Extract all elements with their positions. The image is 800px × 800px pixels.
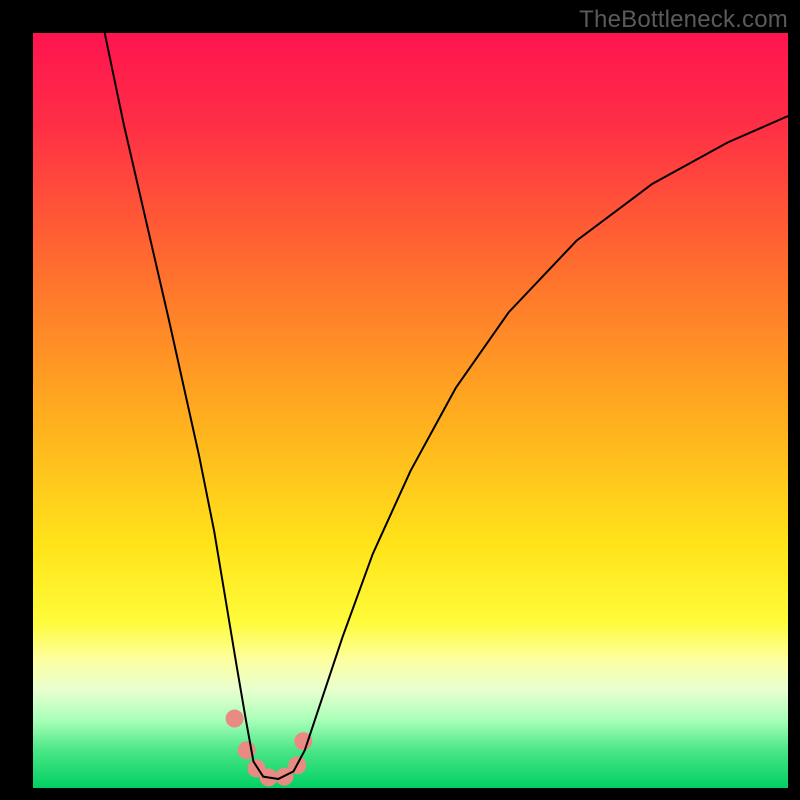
watermark-text: TheBottleneck.com [579, 6, 788, 34]
bottleneck-curve [105, 33, 788, 779]
marker-group [226, 710, 313, 787]
curve-layer [33, 33, 788, 788]
highlight-dot [226, 710, 244, 728]
chart-frame: TheBottleneck.com [0, 0, 800, 800]
plot-area [33, 33, 788, 788]
